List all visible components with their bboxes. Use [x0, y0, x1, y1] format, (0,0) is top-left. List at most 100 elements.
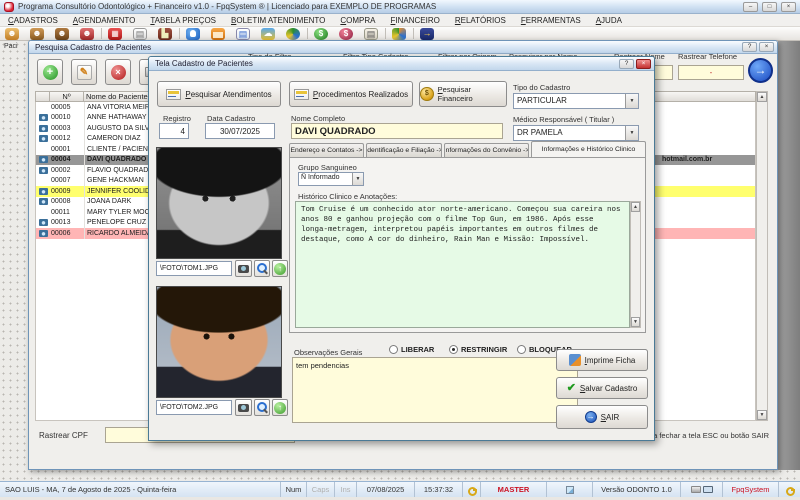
- patients-group-icon[interactable]: ☻: [30, 27, 44, 40]
- grupo-sanguineo-label: Grupo Sanguineo: [298, 163, 357, 172]
- menu-boletim-atendimento[interactable]: BOLETIM ATENDIMENTO: [231, 16, 325, 25]
- dialog-titlebar[interactable]: Tela Cadastro de Pacientes ? ×: [149, 57, 654, 71]
- tab-endereco[interactable]: Endereço e Contatos ->: [289, 143, 364, 157]
- nome-completo-field[interactable]: DAVI QUADRADO: [291, 123, 503, 139]
- radio-liberar[interactable]: LIBERAR: [389, 345, 434, 354]
- menu-compra[interactable]: COMPRA: [340, 16, 375, 25]
- medico-responsavel-select[interactable]: DR PAMELA ▼: [513, 125, 639, 141]
- sair-button[interactable]: → SAIR: [556, 405, 648, 429]
- tab-convenio[interactable]: Informações do Convênio ->: [444, 143, 529, 157]
- restore-button[interactable]: □: [762, 1, 777, 12]
- tipo-cadastro-select[interactable]: PARTICULAR ▼: [513, 93, 639, 109]
- edit-patient-button[interactable]: ✎: [71, 59, 97, 85]
- scroll-up-icon[interactable]: ▲: [631, 202, 640, 212]
- grid-header-num[interactable]: Nº: [50, 91, 84, 102]
- dental-chair-icon[interactable]: ▙: [158, 27, 172, 40]
- menu-ajuda[interactable]: AJUDA: [596, 16, 622, 25]
- chevron-down-icon[interactable]: ▼: [352, 173, 363, 185]
- search-window-title: Pesquisa Cadastro de Pacientes: [35, 42, 152, 52]
- salvar-cadastro-button[interactable]: ✔ Salvar Cadastro: [556, 377, 648, 399]
- exit-icon[interactable]: →: [420, 27, 434, 40]
- grid-header-photo[interactable]: [35, 91, 50, 102]
- main-window-title: Programa Consultório Odontológico + Fina…: [18, 2, 437, 11]
- close-button[interactable]: ×: [781, 1, 796, 12]
- receipt-icon[interactable]: ▤: [236, 27, 250, 40]
- menu-bar: CADASTROS AGENDAMENTO TABELA PREÇOS BOLE…: [0, 14, 800, 27]
- dialog-help-icon[interactable]: ?: [619, 58, 634, 69]
- close-icon[interactable]: ×: [759, 42, 774, 52]
- grid-scrollbar[interactable]: ▲ ▼: [756, 91, 768, 421]
- procedimentos-realizados-button[interactable]: Procedimentos Realizados: [289, 81, 413, 107]
- add-icon: +: [42, 64, 58, 80]
- status-version: Versão ODONTO 1.0: [592, 482, 680, 497]
- toolbar-separator: [385, 28, 386, 39]
- globe-icon[interactable]: [286, 27, 300, 40]
- budget-icon[interactable]: [211, 27, 225, 40]
- help-icon[interactable]: ?: [742, 42, 757, 52]
- cloud-icon[interactable]: ☁: [261, 27, 275, 40]
- registro-field[interactable]: 4: [159, 123, 189, 139]
- add-patient-button[interactable]: +: [37, 59, 63, 85]
- data-cadastro-field[interactable]: 30/07/2025: [205, 123, 275, 139]
- main-toolbar: ☻ ☻ ☻ ☻ ▦ ▤ ▙ ▤ ☁ $ $ ▤ →: [0, 27, 800, 41]
- patient-icon[interactable]: ☻: [5, 27, 19, 40]
- medico-responsavel-value: DR PAMELA: [517, 128, 563, 137]
- photo2-load-button[interactable]: ↑: [272, 399, 288, 416]
- couple-icon[interactable]: ☻: [80, 27, 94, 40]
- money-out-icon[interactable]: $: [339, 27, 353, 40]
- money-in-icon[interactable]: $: [314, 27, 328, 40]
- radio-selected-icon[interactable]: [449, 345, 458, 354]
- calendar-icon[interactable]: ▦: [108, 27, 122, 40]
- photo2-capture-button[interactable]: [235, 399, 252, 416]
- menu-agendamento[interactable]: AGENDAMENTO: [73, 16, 136, 25]
- professionals-icon[interactable]: ☻: [55, 27, 69, 40]
- minimize-button[interactable]: –: [743, 1, 758, 12]
- historico-textarea[interactable]: Tom Cruise é um conhecido ator norte-ame…: [295, 201, 630, 328]
- observacoes-textarea[interactable]: tem pendencias: [292, 357, 578, 423]
- camera-icon: [39, 229, 48, 237]
- upload-icon: ↑: [274, 262, 286, 275]
- menu-ferramentas[interactable]: FERRAMENTAS: [521, 16, 581, 25]
- dialog-close-icon[interactable]: ×: [636, 58, 651, 69]
- rastrear-telefone-input[interactable]: -: [678, 65, 744, 80]
- pesquisar-atendimentos-button[interactable]: Pesquisar Atendimentos: [157, 81, 281, 107]
- menu-tabela-precos[interactable]: TABELA PREÇOS: [150, 16, 216, 25]
- delete-icon: ×: [110, 64, 126, 80]
- menu-cadastros[interactable]: CADASTROS: [8, 16, 58, 25]
- imprime-ficha-button[interactable]: Imprime Ficha: [556, 349, 648, 371]
- document-icon[interactable]: ▤: [133, 27, 147, 40]
- search-arrow-button[interactable]: →: [748, 58, 773, 83]
- grupo-sanguineo-value: Ñ Informado: [301, 174, 340, 181]
- radio-icon[interactable]: [517, 345, 526, 354]
- charts-icon[interactable]: [392, 27, 406, 40]
- photo1-load-button[interactable]: ↑: [272, 260, 288, 277]
- photo2-path-field[interactable]: \FOTO\TOM2.JPG: [156, 400, 232, 415]
- scroll-down-icon[interactable]: ▼: [757, 410, 767, 420]
- camera-icon: [39, 198, 48, 206]
- chevron-down-icon[interactable]: ▼: [625, 126, 638, 140]
- radio-restringir[interactable]: RESTRINGIR: [449, 345, 507, 354]
- radio-icon[interactable]: [389, 345, 398, 354]
- photo1-zoom-button[interactable]: [254, 260, 270, 277]
- photo1-path-field[interactable]: \FOTO\TOM1.JPG: [156, 261, 232, 276]
- grupo-sanguineo-select[interactable]: Ñ Informado ▼: [298, 172, 364, 186]
- app-logo-icon: [4, 1, 14, 12]
- menu-financeiro[interactable]: FINANCEIRO: [391, 16, 440, 25]
- status-brand: FpqSystem: [722, 482, 778, 497]
- chevron-down-icon[interactable]: ▼: [625, 94, 638, 108]
- tab-historico-clinico[interactable]: Informações e Histórico Clinico: [531, 141, 646, 157]
- pesquisar-financeiro-label: Pesquisar Financeiro: [437, 85, 473, 103]
- pesquisar-financeiro-button[interactable]: $ Pesquisar Financeiro: [419, 81, 507, 107]
- photo2-zoom-button[interactable]: [254, 399, 270, 416]
- tab-identificacao[interactable]: Identificação e Filiação ->: [366, 143, 442, 157]
- scroll-up-icon[interactable]: ▲: [757, 92, 767, 102]
- patient-dialog: Tela Cadastro de Pacientes ? × Pesquisar…: [148, 56, 655, 441]
- photo1-capture-button[interactable]: [235, 260, 252, 277]
- delete-patient-button[interactable]: ×: [105, 59, 131, 85]
- tooth-icon[interactable]: [186, 27, 200, 40]
- observacoes-label: Observações Gerais: [294, 348, 363, 357]
- news-icon[interactable]: ▤: [364, 27, 378, 40]
- scroll-down-icon[interactable]: ▼: [631, 317, 640, 327]
- historico-scrollbar[interactable]: ▲ ▼: [630, 201, 641, 328]
- menu-relatorios[interactable]: RELATÓRIOS: [455, 16, 506, 25]
